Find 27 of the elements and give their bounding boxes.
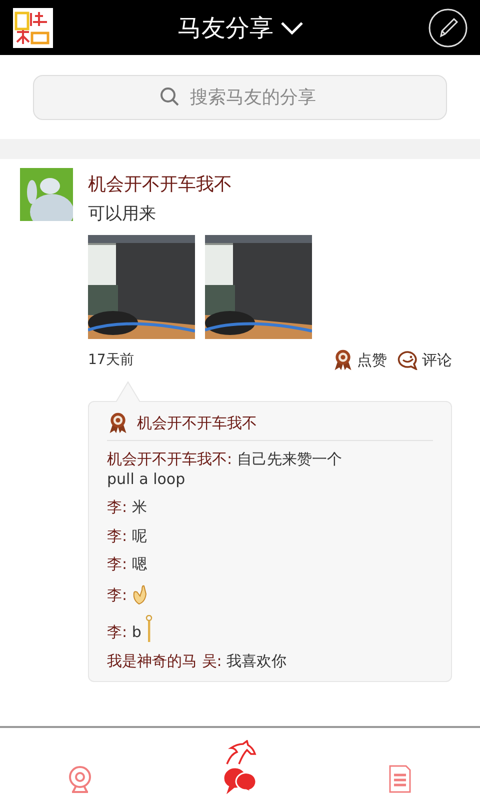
comment-text: 我是神奇的马 吴: 我喜欢你 bbox=[107, 652, 287, 671]
comment-text: 李: bbox=[107, 586, 128, 606]
comment-text: 李: 米 bbox=[107, 498, 147, 518]
comment-text: 机会开不开车我不: 自己先来赞一个 pull a loop bbox=[107, 450, 342, 489]
webcam-icon bbox=[67, 766, 93, 794]
smiley-bubble-icon bbox=[397, 350, 419, 370]
title-dropdown[interactable]: 马友分享 bbox=[178, 12, 304, 44]
search-icon bbox=[160, 87, 180, 107]
chat-icon bbox=[222, 766, 258, 794]
edit-icon[interactable] bbox=[428, 8, 468, 48]
post-time: 17天前 bbox=[88, 351, 134, 369]
document-icon bbox=[388, 764, 412, 794]
comment-text: 李: 嗯 bbox=[107, 555, 147, 574]
search-field[interactable]: 搜索马友的分享 bbox=[33, 75, 447, 120]
medal-icon bbox=[332, 349, 354, 371]
like-button[interactable]: 点赞 bbox=[332, 349, 387, 371]
medal-icon bbox=[107, 412, 129, 434]
hand-sticker-icon bbox=[131, 584, 150, 606]
comment-button[interactable]: 评论 bbox=[397, 349, 452, 371]
liker-name[interactable]: 机会开不开车我不 bbox=[137, 414, 257, 432]
comment-text: 李: b bbox=[107, 623, 142, 642]
pin-sticker-icon bbox=[145, 614, 154, 642]
author-name[interactable]: 机会开不开车我不 bbox=[88, 172, 452, 196]
comment-text: 李: 呢 bbox=[107, 526, 147, 546]
app-logo[interactable] bbox=[13, 8, 53, 48]
chevron-down-icon bbox=[280, 20, 304, 34]
post-text: 可以用来 bbox=[88, 203, 157, 225]
